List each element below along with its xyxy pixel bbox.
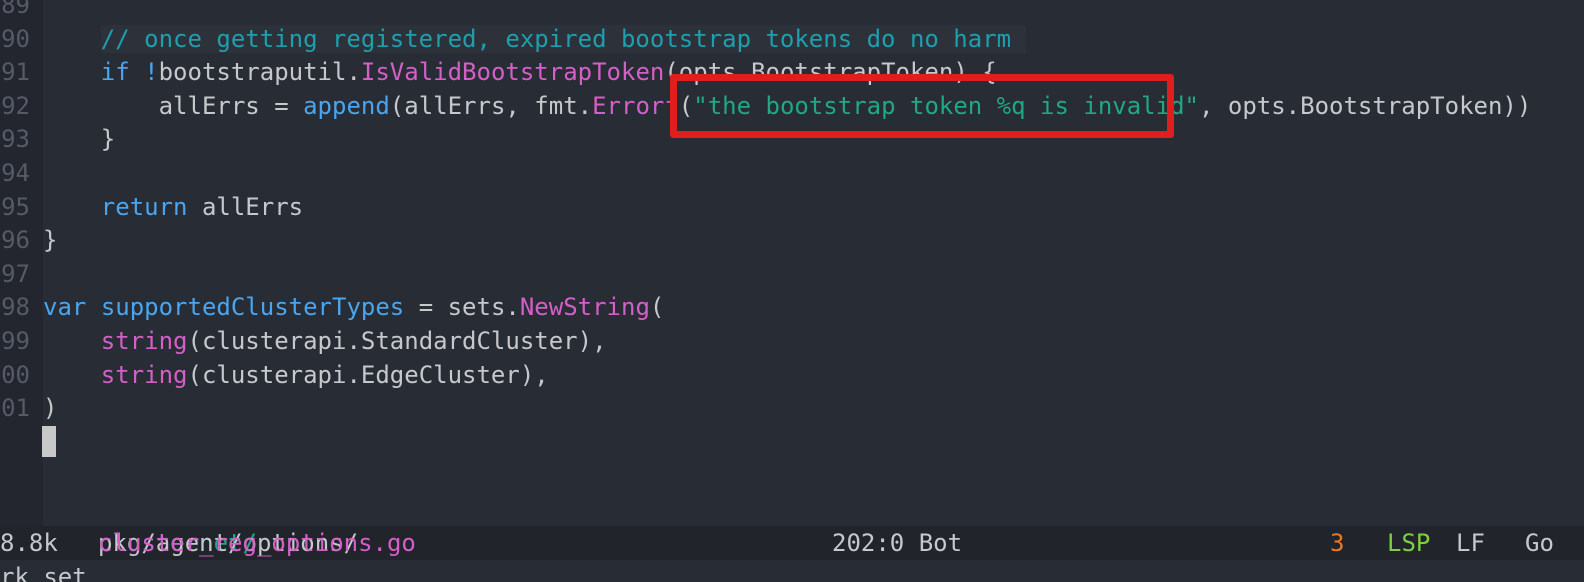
highlight-annotation-box bbox=[670, 74, 1174, 138]
code-token: string bbox=[100, 360, 188, 389]
code-token: ! bbox=[144, 58, 159, 87]
line-number: 93 bbox=[1, 125, 30, 154]
echo-area: rk set bbox=[0, 560, 1584, 582]
major-mode[interactable]: Go bbox=[1525, 526, 1554, 560]
line-number: 00 bbox=[1, 360, 30, 389]
code-text[interactable]: } bbox=[43, 223, 57, 257]
diagnostic-count[interactable]: 3 bbox=[1330, 526, 1344, 560]
code-token: append bbox=[303, 91, 390, 120]
mode-line: 8.8k clusternet/pkg/agent/options/cluste… bbox=[0, 526, 1584, 560]
line-number: 99 bbox=[1, 327, 30, 355]
code-token: IsValidBootstrapToken bbox=[360, 58, 665, 87]
line-number: 91 bbox=[1, 58, 30, 87]
code-token: allErrs = bbox=[43, 91, 304, 120]
line-number: 98 bbox=[1, 293, 30, 322]
code-text[interactable]: var supportedClusterTypes = sets.NewStri… bbox=[43, 290, 664, 324]
code-token: string bbox=[100, 327, 188, 355]
code-token: var bbox=[43, 293, 87, 322]
code-token: if bbox=[100, 58, 130, 87]
line-ending[interactable]: LF bbox=[1456, 526, 1485, 560]
line-number: 92 bbox=[1, 91, 30, 120]
line-number: 95 bbox=[1, 192, 30, 221]
line-number: 96 bbox=[1, 226, 30, 255]
buffer-size: 8.8k bbox=[0, 529, 58, 557]
code-text[interactable]: } bbox=[43, 122, 115, 156]
code-token: return bbox=[100, 192, 188, 221]
code-token: (clusterapi.StandardCluster), bbox=[187, 327, 607, 355]
code-token: (allErrs, fmt. bbox=[389, 91, 593, 120]
line-number: 90 bbox=[1, 24, 30, 53]
cursor-position: 202:0 Bot bbox=[832, 529, 963, 557]
code-token: allErrs bbox=[187, 192, 304, 221]
code-text[interactable]: ) bbox=[43, 391, 57, 425]
code-token: // once getting registered, expired boot… bbox=[100, 24, 1026, 53]
line-number: 89 bbox=[1, 0, 30, 19]
code-text[interactable]: // once getting registered, expired boot… bbox=[43, 22, 1026, 56]
path-filename: cluster_reg_options.go bbox=[98, 529, 416, 557]
code-token: bootstraputil. bbox=[158, 58, 361, 87]
code-text[interactable]: string(clusterapi.StandardCluster), bbox=[43, 324, 607, 358]
line-number: 01 bbox=[1, 394, 30, 423]
code-token: (clusterapi.EdgeCluster), bbox=[187, 360, 549, 389]
line-number: 97 bbox=[1, 259, 30, 288]
code-token: ( bbox=[649, 293, 665, 322]
code-text[interactable]: string(clusterapi.EdgeCluster), bbox=[43, 358, 549, 392]
code-token: ) bbox=[43, 394, 58, 423]
code-token: } bbox=[43, 226, 58, 255]
code-text[interactable]: return allErrs bbox=[43, 190, 303, 224]
code-token: , opts.BootstrapToken)) bbox=[1198, 91, 1532, 120]
text-cursor bbox=[42, 426, 56, 457]
code-token: } bbox=[43, 125, 116, 154]
line-number: 94 bbox=[1, 159, 30, 187]
code-editor[interactable]: 89 90 // once getting registered, expired… bbox=[0, 0, 1584, 526]
lsp-indicator[interactable]: LSP bbox=[1387, 526, 1430, 560]
code-token: Errorf bbox=[592, 91, 679, 120]
code-token: = sets. bbox=[404, 293, 520, 322]
code-token: NewString bbox=[519, 293, 650, 322]
code-token: supportedClusterTypes bbox=[100, 293, 405, 322]
